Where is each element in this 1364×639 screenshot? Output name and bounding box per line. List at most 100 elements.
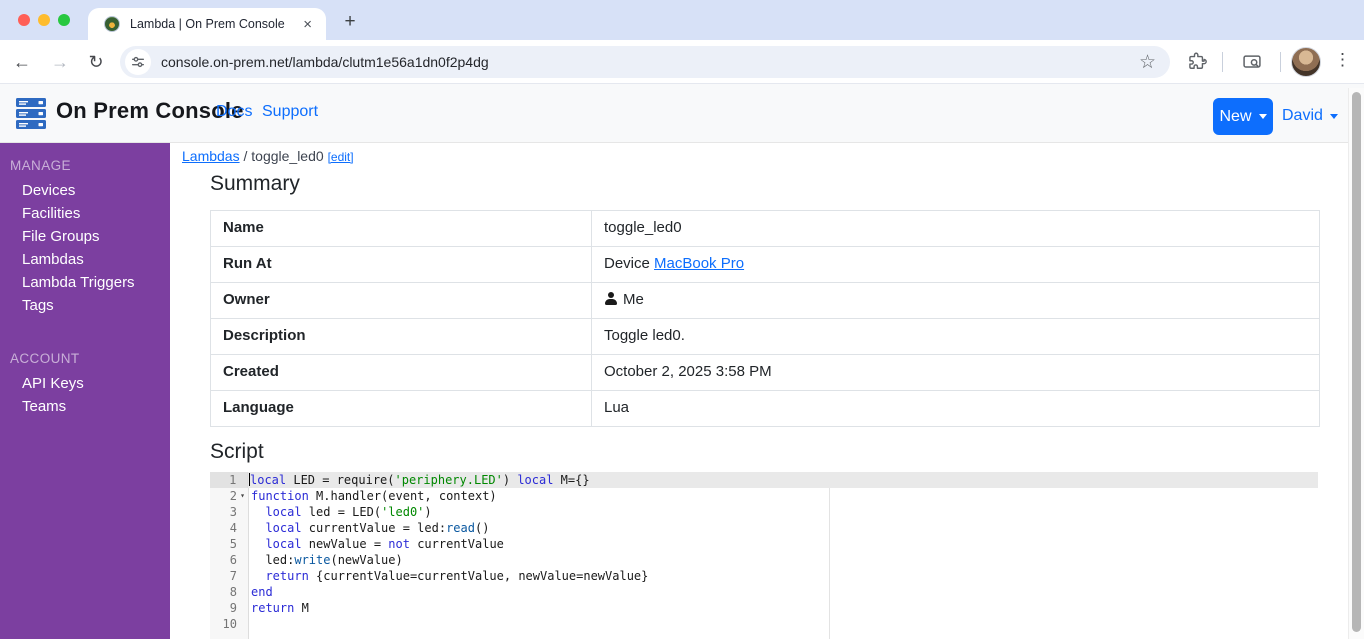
row-value: Device MacBook Pro: [604, 255, 745, 272]
main-content: Lambdas / toggle_led0 [edit] Summary Nam…: [170, 143, 1348, 639]
row-label: Run At: [211, 247, 592, 282]
line-gutter: 2 ▾: [210, 488, 248, 504]
code-line[interactable]: 8 end: [210, 584, 1318, 600]
code-line[interactable]: 9 return M: [210, 600, 1318, 616]
row-value: toggle_led0: [604, 219, 682, 236]
chevron-down-icon: [1329, 113, 1338, 119]
code-line[interactable]: 5 local newValue = not currentValue: [210, 536, 1318, 552]
favicon-icon: [104, 16, 120, 32]
breadcrumb-current: toggle_led0: [251, 148, 324, 164]
breadcrumb: Lambdas / toggle_led0 [edit]: [182, 148, 354, 164]
site-settings-icon[interactable]: [125, 49, 151, 75]
extensions-icon[interactable]: [1187, 52, 1207, 72]
code-text: local currentValue = led:read(): [265, 521, 490, 535]
new-button-label: New: [1219, 107, 1252, 125]
script-heading: Script: [210, 440, 264, 463]
tab-title: Lambda | On Prem Console: [130, 17, 285, 31]
breadcrumb-separator: /: [243, 148, 248, 164]
code-editor[interactable]: 1 local LED = require('periphery.LED') lo…: [210, 472, 1318, 639]
code-line[interactable]: 1 local LED = require('periphery.LED') lo…: [210, 472, 1318, 488]
device-link[interactable]: MacBook Pro: [654, 255, 744, 272]
line-number: 5: [229, 537, 237, 551]
row-value: Toggle led0.: [604, 327, 685, 344]
address-bar[interactable]: console.on-prem.net/lambda/clutm1e56a1dn…: [120, 46, 1170, 78]
sidebar-item-lambda-triggers[interactable]: Lambda Triggers: [0, 271, 170, 294]
row-value: Lua: [604, 399, 630, 416]
reload-icon[interactable]: ↻: [82, 48, 110, 76]
summary-heading: Summary: [210, 172, 300, 195]
line-number: 8: [229, 585, 237, 599]
code-text: local led = LED('led0'): [265, 505, 432, 519]
scrollbar-thumb[interactable]: [1352, 92, 1361, 632]
fold-arrow-icon[interactable]: ▾: [237, 488, 248, 504]
breadcrumb-link-lambdas[interactable]: Lambdas: [182, 148, 240, 164]
nav-link-support[interactable]: Support: [262, 103, 318, 121]
tab-strip: Lambda | On Prem Console × +: [0, 0, 1364, 40]
line-gutter: 5: [210, 536, 248, 552]
table-row: Name toggle_led0: [211, 211, 1319, 247]
toolbar-separator: [1280, 52, 1281, 72]
sidebar-item-tags[interactable]: Tags: [0, 294, 170, 317]
line-number: 7: [229, 569, 237, 583]
table-row: Language Lua: [211, 391, 1319, 427]
code-line[interactable]: 6 led:write(newValue): [210, 552, 1318, 568]
tab-search-icon[interactable]: [1242, 52, 1262, 72]
code-text: end: [251, 585, 273, 599]
line-number: 3: [229, 505, 237, 519]
traffic-light-minimize[interactable]: [38, 14, 50, 26]
traffic-light-zoom[interactable]: [58, 14, 70, 26]
sidebar-item-file-groups[interactable]: File Groups: [0, 225, 170, 248]
url-text[interactable]: console.on-prem.net/lambda/clutm1e56a1dn…: [161, 54, 1139, 70]
sidebar-item-lambdas[interactable]: Lambdas: [0, 248, 170, 271]
line-gutter: 4: [210, 520, 248, 536]
nav-link-docs[interactable]: Docs: [216, 103, 252, 121]
row-value: October 2, 2025 3:58 PM: [604, 363, 772, 380]
forward-icon[interactable]: →: [46, 48, 74, 76]
code-text: function M.handler(event, context): [251, 489, 497, 503]
page-scrollbar[interactable]: [1348, 88, 1364, 639]
sidebar-item-api-keys[interactable]: API Keys: [0, 372, 170, 395]
table-row: Run At Device MacBook Pro: [211, 247, 1319, 283]
row-label: Description: [211, 319, 592, 354]
chevron-down-icon: [1258, 114, 1267, 119]
table-row: Description Toggle led0.: [211, 319, 1319, 355]
code-text: return {currentValue=currentValue, newVa…: [265, 569, 649, 583]
code-line[interactable]: 10: [210, 616, 1318, 632]
row-label: Language: [211, 391, 592, 426]
sidebar-section-title: MANAGE: [10, 158, 71, 173]
new-tab-button[interactable]: +: [336, 9, 364, 37]
traffic-light-close[interactable]: [18, 14, 30, 26]
sidebar-item-teams[interactable]: Teams: [0, 395, 170, 418]
back-icon[interactable]: ←: [8, 48, 36, 76]
line-gutter: 1: [210, 472, 248, 488]
server-rack-logo-icon: [14, 97, 48, 135]
code-line[interactable]: 3 local led = LED('led0'): [210, 504, 1318, 520]
edit-link[interactable]: [edit]: [328, 150, 354, 164]
code-text: local newValue = not currentValue: [265, 537, 504, 551]
row-label: Name: [211, 211, 592, 246]
user-menu[interactable]: David: [1282, 107, 1338, 125]
browser-toolbar: ← → ↻ console.on-prem.net/lambda/clutm1e…: [0, 40, 1364, 84]
app-header: On Prem Console Docs Support: [0, 84, 1364, 143]
sidebar-item-facilities[interactable]: Facilities: [0, 202, 170, 225]
line-number: 1: [229, 473, 237, 487]
row-value: Me: [592, 283, 1319, 318]
code-line[interactable]: 4 local currentValue = led:read(): [210, 520, 1318, 536]
browser-menu-icon[interactable]: ⋮: [1334, 50, 1351, 70]
line-gutter: 9: [210, 600, 248, 616]
code-line[interactable]: 2 ▾ function M.handler(event, context): [210, 488, 1318, 504]
sidebar-item-devices[interactable]: Devices: [0, 179, 170, 202]
code-line[interactable]: 7 return {currentValue=currentValue, new…: [210, 568, 1318, 584]
table-row: Created October 2, 2025 3:58 PM: [211, 355, 1319, 391]
line-gutter: 3: [210, 504, 248, 520]
new-button[interactable]: New: [1213, 98, 1273, 135]
line-number: 6: [229, 553, 237, 567]
tab-close-icon[interactable]: ×: [299, 17, 316, 32]
bookmark-star-icon[interactable]: ☆: [1139, 53, 1156, 72]
browser-tab[interactable]: Lambda | On Prem Console ×: [88, 8, 326, 40]
browser-window: Lambda | On Prem Console × + ← → ↻ conso…: [0, 0, 1364, 639]
profile-avatar[interactable]: [1291, 47, 1321, 77]
line-number: 2: [229, 489, 237, 503]
line-number: 4: [229, 521, 237, 535]
